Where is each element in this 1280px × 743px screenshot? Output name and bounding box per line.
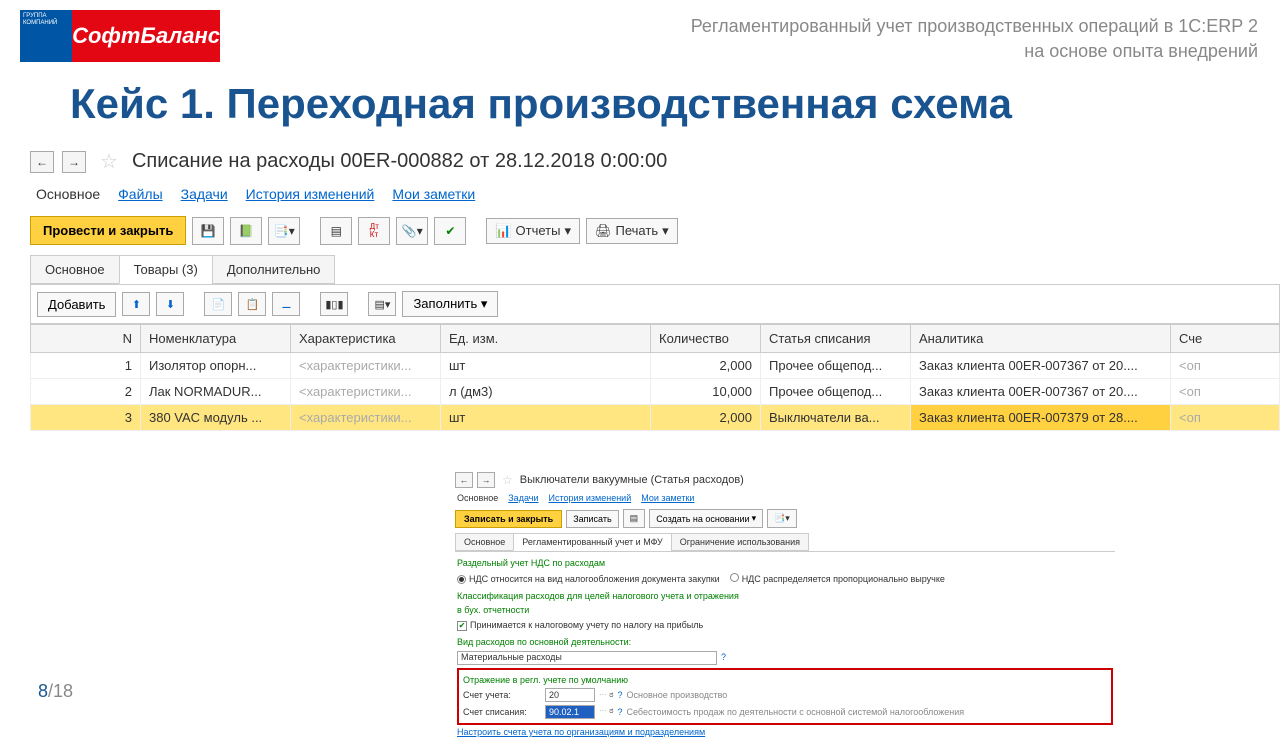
print-button[interactable]: 🖨 Печать ▾ [586,218,678,244]
table-row-selected[interactable]: 3 380 VAC модуль ... <характеристики... … [31,405,1280,431]
sub-doc-tab-main[interactable]: Основное [455,533,514,551]
page-number: 8/18 [38,681,73,702]
form-icon[interactable]: ▤▾ [368,292,396,316]
subtitle-line2: на основе опыта внедрений [691,39,1258,64]
table-toolbar: Добавить ⬆ ⬇ 📄 📋 ⚊ ▮▯▮ ▤▾ Заполнить ▾ [30,285,1280,324]
add-button[interactable]: Добавить [37,292,116,317]
sub-doc-tab-regl[interactable]: Регламентированный учет и МФУ [513,533,672,551]
barcode-icon[interactable]: ▮▯▮ [320,292,348,316]
acct-input[interactable]: 20 [545,688,595,702]
col-analytics[interactable]: Аналитика [911,325,1171,353]
doc-tab-main[interactable]: Основное [30,255,120,284]
col-n[interactable]: N [31,325,141,353]
col-unit[interactable]: Ед. изм. [441,325,651,353]
paste-icon[interactable]: 📋 [238,292,266,316]
nav-forward-button[interactable]: → [62,151,86,173]
sub-h-kind: Вид расходов по основной деятельности: [457,635,1113,649]
wo-input[interactable]: 90.02.1 [545,705,595,719]
dtkt-icon[interactable]: ДтКт [358,217,390,245]
wo-label: Счет списания: [463,705,541,719]
field-expense-kind[interactable]: Материальные расходы [457,651,717,665]
logo-main-text: СофтБаланс [72,10,220,62]
move-down-icon[interactable]: ⬇ [156,292,184,316]
check-tax[interactable]: ✔Принимается к налоговому учету по налог… [457,618,1113,632]
table-row[interactable]: 2 Лак NORMADUR... <характеристики... л (… [31,379,1280,405]
sub-nav-back[interactable]: ← [455,472,473,488]
sub-h-class: Классификация расходов для целей налогов… [457,589,1113,618]
create-on-icon[interactable]: 📑▾ [268,217,300,245]
tab-tasks[interactable]: Задачи [181,186,228,202]
tab-files[interactable]: Файлы [118,186,162,202]
sub-star-icon[interactable]: ☆ [499,473,516,487]
radio-nds-doc[interactable]: НДС относится на вид налогообложения док… [457,572,720,586]
highlight-box: Отражение в регл. учете по умолчанию Сче… [457,668,1113,725]
sub-h-refl: Отражение в регл. учете по умолчанию [463,673,1107,687]
tab-main[interactable]: Основное [36,186,100,202]
goods-table: N Номенклатура Характеристика Ед. изм. К… [30,324,1280,431]
wo-desc: Себестоимость продаж по деятельности с о… [626,705,964,719]
document-title: Списание на расходы 00ER-000882 от 28.12… [132,150,667,173]
sub-tab-notes[interactable]: Мои заметки [641,493,694,503]
doc-tabs: Основное Товары (3) Дополнительно [30,255,1280,285]
radio-nds-prop[interactable]: НДС распределяется пропорционально выруч… [730,572,945,586]
post-icon[interactable]: 📗 [230,217,262,245]
acct-label: Счет учета: [463,688,541,702]
main-toolbar: Провести и закрыть 💾 📗 📑▾ ▤ ДтКт 📎▾ ✔ 📊 … [30,210,1280,251]
col-article[interactable]: Статья списания [761,325,911,353]
fill-button[interactable]: Заполнить ▾ [402,291,498,317]
tab-notes[interactable]: Мои заметки [392,186,475,202]
save-icon[interactable]: 💾 [192,217,224,245]
main-form: ← → ☆ Списание на расходы 00ER-000882 от… [30,145,1280,431]
sub-link-setup[interactable]: Настроить счета учета по организациям и … [457,727,705,737]
col-nomenclature[interactable]: Номенклатура [141,325,291,353]
move-up-icon[interactable]: ⬆ [122,292,150,316]
table-row[interactable]: 1 Изолятор опорн... <характеристики... ш… [31,353,1280,379]
sub-tab-tasks[interactable]: Задачи [508,493,538,503]
sub-h-nds: Раздельный учет НДС по расходам [457,556,1113,570]
reports-button[interactable]: 📊 Отчеты ▾ [486,218,580,244]
copy-icon[interactable]: 📄 [204,292,232,316]
nav-back-button[interactable]: ← [30,151,54,173]
col-qty[interactable]: Количество [651,325,761,353]
list-icon[interactable]: ▤ [320,217,352,245]
subtitle-line1: Регламентированный учет производственных… [691,14,1258,39]
doc-tab-extra[interactable]: Дополнительно [212,255,336,284]
attach-icon[interactable]: 📎▾ [396,217,428,245]
sub-title: Выключатели вакуумные (Статья расходов) [520,474,744,486]
favorite-star-icon[interactable]: ☆ [94,149,124,174]
sub-save-close[interactable]: Записать и закрыть [455,510,562,528]
col-characteristic[interactable]: Характеристика [291,325,441,353]
sub-tab-history[interactable]: История изменений [548,493,631,503]
col-account[interactable]: Сче [1171,325,1280,353]
share-icon[interactable]: ⚊ [272,292,300,316]
sub-attach-icon[interactable]: 📑▾ [767,509,797,528]
sub-nav-fwd[interactable]: → [477,472,495,488]
post-close-button[interactable]: Провести и закрыть [30,216,186,245]
sub-save[interactable]: Записать [566,510,618,528]
case-title: Кейс 1. Переходная производственная схем… [70,80,1012,128]
acct-desc: Основное производство [626,688,727,702]
sub-tab-main[interactable]: Основное [457,493,498,503]
logo: ГРУППА КОМПАНИЙ СофтБаланс [20,10,220,62]
logo-small-text: ГРУППА КОМПАНИЙ [20,10,72,62]
sub-form: ← → ☆ Выключатели вакуумные (Статья расх… [455,470,1115,743]
sub-list-icon[interactable]: ▤ [623,509,646,528]
tab-history[interactable]: История изменений [246,186,375,202]
doc-tab-goods[interactable]: Товары (3) [119,255,213,284]
sub-doc-tab-limit[interactable]: Ограничение использования [671,533,809,551]
nav-tabs: Основное Файлы Задачи История изменений … [30,178,1280,210]
sub-create-on[interactable]: Создать на основании ▾ [649,509,763,528]
check-icon[interactable]: ✔ [434,217,466,245]
slide-subtitle: Регламентированный учет производственных… [691,14,1258,64]
